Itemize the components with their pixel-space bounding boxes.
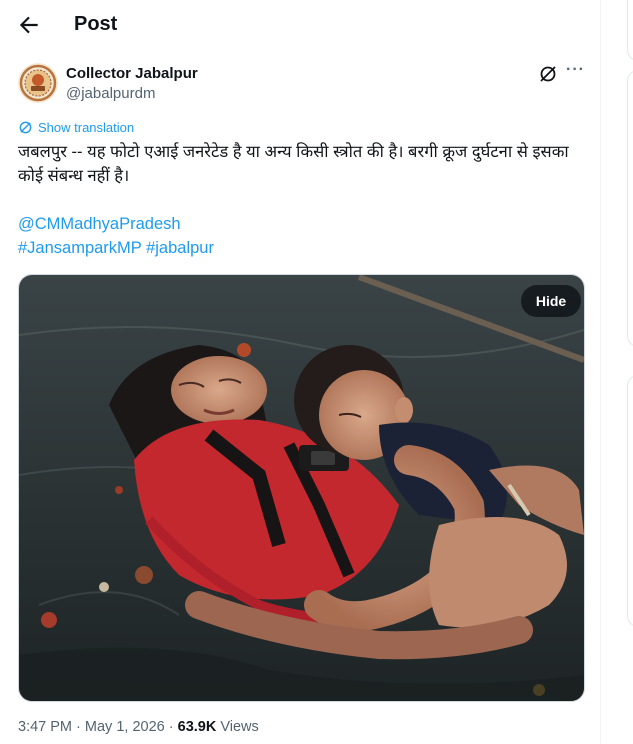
hashtag-links[interactable]: #JansamparkMP #jabalpur <box>18 239 214 258</box>
grok-icon[interactable] <box>538 64 558 84</box>
sidebar-card-edge <box>627 70 633 347</box>
page-title: Post <box>74 13 118 35</box>
post-meta: 3:47 PM · May 1, 2026 · 63.9K Views <box>18 719 259 735</box>
back-arrow-icon[interactable] <box>16 12 42 38</box>
show-translation-label: Show translation <box>38 120 135 135</box>
avatar[interactable] <box>18 63 58 103</box>
show-translation-link[interactable]: Show translation <box>18 120 134 135</box>
post-image[interactable]: Hide <box>18 274 585 702</box>
views-label: Views <box>220 719 259 735</box>
sidebar-card-edge <box>627 0 633 61</box>
meta-separator: · <box>168 719 174 735</box>
mention-link[interactable]: @CMMadhyaPradesh <box>18 215 181 234</box>
sidebar-card-edge <box>627 375 633 627</box>
translate-icon <box>19 121 32 134</box>
post-time[interactable]: 3:47 PM <box>18 719 72 735</box>
post-date[interactable]: May 1, 2026 <box>85 719 165 735</box>
post-text: जबलपुर -- यह फोटो एआई जनरेटेड है या अन्य… <box>18 143 569 185</box>
meta-separator: · <box>76 719 81 735</box>
hide-media-button[interactable]: Hide <box>521 285 581 317</box>
post-header: Post <box>0 0 600 50</box>
photo-illustration <box>19 275 584 701</box>
more-icon[interactable]: ··· <box>566 61 585 79</box>
author-name[interactable]: Collector Jabalpur <box>66 65 198 82</box>
author-handle[interactable]: @jabalpurdm <box>66 85 155 102</box>
views-count: 63.9K <box>177 719 217 735</box>
